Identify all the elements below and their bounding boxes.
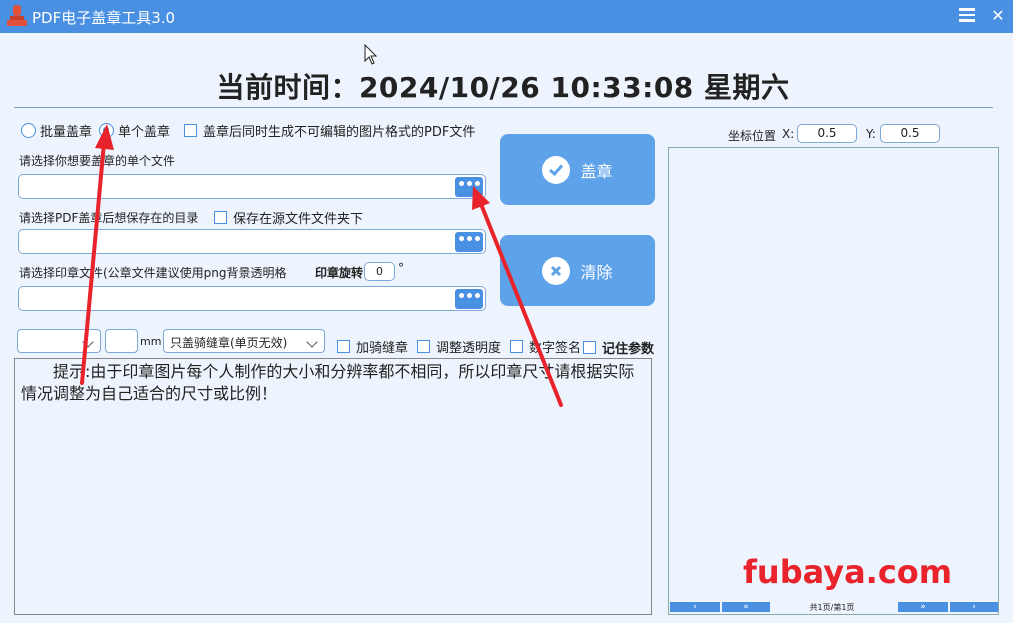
pdf-preview-panel[interactable] (668, 147, 999, 615)
seal-file-browse-button[interactable]: ••• (455, 289, 483, 309)
stamp-app-icon (7, 5, 27, 26)
check-circle-icon (542, 155, 571, 184)
remember-params-label: 记住参数 (602, 342, 655, 357)
watermark-text: fubaya.com (743, 553, 953, 591)
digital-signature-label: 数字签名 (529, 341, 582, 356)
last-page-button[interactable]: › (950, 602, 998, 612)
chevron-down-icon (306, 336, 318, 348)
current-time: 当前时间：2024/10/26 10:33:08 星期六 (216, 71, 790, 104)
coord-y-input[interactable]: 0.5 (880, 124, 940, 143)
checkbox-icon (583, 341, 596, 354)
stamp-button-label: 盖章 (580, 161, 613, 181)
batch-stamp-label: 批量盖章 (40, 125, 93, 140)
header-divider (14, 107, 993, 108)
prev-page-button[interactable]: « (722, 602, 770, 612)
coord-y-label: Y: (866, 127, 876, 141)
single-stamp-label: 单个盖章 (118, 125, 171, 140)
batch-stamp-radio[interactable]: 批量盖章 (21, 121, 92, 140)
seal-rotation-label: 印章旋转 (315, 266, 364, 280)
image-pdf-checkbox[interactable]: 盖章后同时生成不可编辑的图片格式的PDF文件 (184, 121, 475, 140)
digital-signature-checkbox[interactable]: 数字签名 (510, 337, 581, 356)
title-bar: PDF电子盖章工具3.0 ✕ (0, 0, 1013, 33)
seal-file-input[interactable] (18, 286, 486, 311)
size-unit-label: mm (140, 335, 162, 348)
clear-button-label: 清除 (580, 262, 613, 282)
coord-x-input[interactable]: 0.5 (797, 124, 857, 143)
seal-file-label: 请选择印章文件(公章文件建议使用png背景透明格 (19, 266, 287, 280)
source-file-label: 请选择你想要盖章的单个文件 (19, 154, 176, 168)
opacity-label: 调整透明度 (436, 341, 502, 356)
checkbox-icon (214, 211, 227, 224)
window-title: PDF电子盖章工具3.0 (32, 9, 176, 27)
radio-on-icon (99, 123, 114, 138)
clear-button[interactable]: 清除 (500, 235, 655, 306)
checkbox-icon (510, 340, 523, 353)
seal-rotation-input[interactable]: 0 (364, 262, 395, 281)
radio-off-icon (21, 123, 36, 138)
remember-params-checkbox[interactable]: 记住参数 (583, 338, 654, 357)
opacity-checkbox[interactable]: 调整透明度 (417, 337, 501, 356)
degree-unit: ° (398, 261, 404, 275)
output-dir-input[interactable] (18, 229, 486, 254)
seal-size-input[interactable] (105, 329, 138, 353)
save-in-source-label: 保存在源文件文件夹下 (233, 212, 364, 227)
stamp-button[interactable]: 盖章 (500, 134, 655, 205)
single-stamp-radio[interactable]: 单个盖章 (99, 121, 170, 140)
output-dir-browse-button[interactable]: ••• (455, 232, 483, 252)
menu-icon[interactable] (959, 8, 975, 22)
checkbox-icon (184, 124, 197, 137)
seam-stamp-label: 加骑缝章 (356, 341, 409, 356)
seam-mode-value: 只盖骑缝章(单页无效) (170, 336, 288, 350)
coord-x-label: X: (782, 127, 795, 141)
image-pdf-label: 盖章后同时生成不可编辑的图片格式的PDF文件 (203, 125, 476, 140)
source-file-input[interactable] (18, 174, 486, 199)
next-page-button[interactable]: » (898, 602, 948, 612)
x-circle-icon (542, 256, 571, 285)
save-in-source-checkbox[interactable]: 保存在源文件文件夹下 (214, 208, 363, 227)
seal-size-select[interactable] (17, 329, 101, 353)
seam-stamp-checkbox[interactable]: 加骑缝章 (337, 337, 408, 356)
seam-mode-select[interactable]: 只盖骑缝章(单页无效) (163, 329, 325, 353)
checkbox-icon (337, 340, 350, 353)
page-status: 共1页/第1页 (809, 603, 855, 612)
coords-label: 坐标位置 (728, 129, 777, 143)
output-dir-label: 请选择PDF盖章后想保存在的目录 (19, 211, 199, 225)
tips-textarea[interactable]: 提示:由于印章图片每个人制作的大小和分辨率都不相同，所以印章尺寸请根据实际情况调… (14, 358, 652, 615)
close-icon[interactable]: ✕ (988, 6, 1008, 26)
source-file-browse-button[interactable]: ••• (455, 177, 483, 197)
mouse-cursor-icon (364, 44, 378, 65)
first-page-button[interactable]: ‹ (670, 602, 720, 612)
chevron-down-icon (82, 336, 94, 348)
checkbox-icon (417, 340, 430, 353)
